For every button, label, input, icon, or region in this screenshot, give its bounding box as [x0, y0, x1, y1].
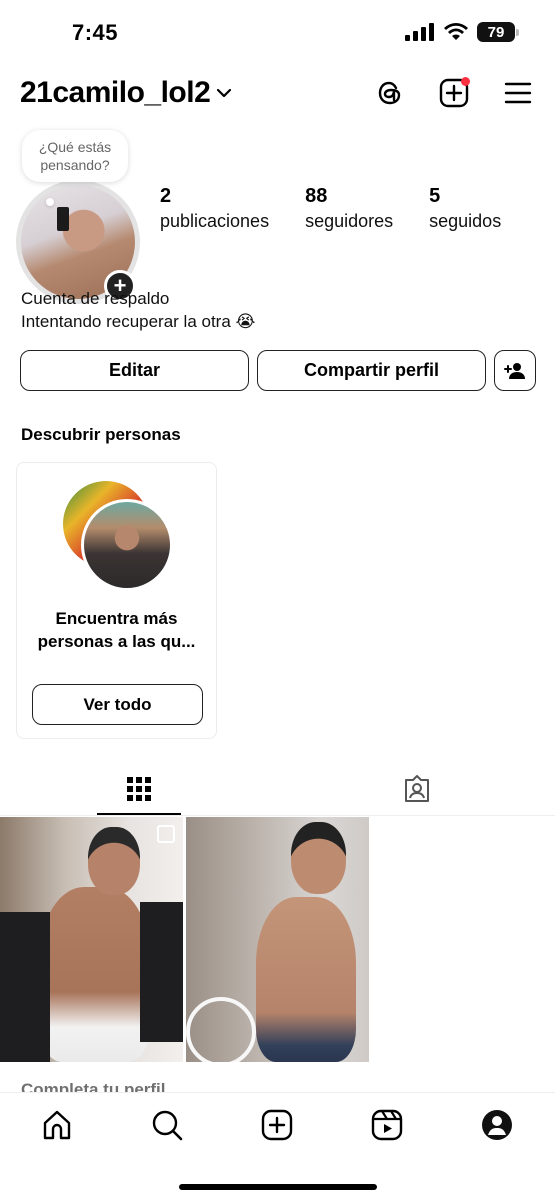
home-icon: [43, 1110, 71, 1140]
discover-people-button[interactable]: [494, 350, 536, 391]
profile-icon: [482, 1110, 512, 1140]
multiple-photos-icon: [157, 825, 175, 843]
wifi-icon: [444, 23, 468, 40]
profile-tabs: [0, 762, 555, 816]
tagged-icon: [404, 775, 429, 802]
tab-posts[interactable]: [0, 762, 277, 816]
post-1-figure: [40, 887, 150, 1062]
note-bubble-tail: [46, 198, 54, 206]
post-thumbnail-1[interactable]: [0, 817, 183, 1062]
stat-followers-value: 88: [305, 185, 328, 207]
profile-stats: 2 publicaciones 88 seguidores 5 seguidos: [160, 185, 537, 233]
account-switcher[interactable]: 21camilo_lol2: [20, 76, 232, 110]
stat-posts-value: 2: [160, 185, 172, 207]
menu-button[interactable]: [501, 76, 535, 110]
stat-posts[interactable]: 2 publicaciones: [160, 185, 269, 233]
nav-create[interactable]: [257, 1105, 297, 1145]
status-time: 7:45: [72, 20, 119, 45]
edit-profile-button[interactable]: Editar: [20, 350, 249, 391]
note-bubble[interactable]: ¿Qué estás pensando?: [22, 130, 128, 182]
tab-tagged[interactable]: [278, 762, 555, 816]
post-2-head: [291, 822, 346, 894]
battery-indicator: 79: [477, 22, 519, 42]
active-tab-indicator: [97, 813, 181, 815]
create-post-button[interactable]: [437, 76, 471, 110]
profile-avatar[interactable]: +: [16, 180, 140, 304]
nav-reels[interactable]: [367, 1105, 407, 1145]
post-1-jacket: [0, 912, 50, 1062]
reels-icon: [371, 1109, 403, 1141]
stat-followers-label: seguidores: [305, 211, 394, 231]
stat-followers[interactable]: 88 seguidores: [305, 185, 393, 233]
posts-grid: [0, 817, 555, 1062]
share-profile-button[interactable]: Compartir perfil: [257, 350, 486, 391]
avatar-phone-shape: [57, 207, 69, 231]
discover-card-text: Encuentra más personas a las qu...: [37, 609, 196, 651]
username: 21camilo_lol2: [20, 76, 211, 109]
chevron-down-icon: [217, 88, 232, 98]
stat-following-value: 5: [429, 185, 441, 207]
threads-button[interactable]: [373, 76, 407, 110]
profile-summary: + ¿Qué estás pensando? 2 publicaciones 8…: [0, 130, 555, 304]
post-1-head: [88, 827, 140, 895]
stat-posts-label: publicaciones: [160, 211, 270, 231]
discover-title: Descubrir personas: [21, 425, 181, 444]
search-icon: [152, 1110, 183, 1141]
add-person-icon: [504, 362, 525, 379]
notification-dot: [461, 77, 470, 86]
stat-following-label: seguidos: [429, 211, 502, 231]
threads-icon: [378, 81, 401, 105]
home-indicator: [179, 1184, 377, 1190]
bio: Cuenta de respaldo Intentando recuperar …: [21, 287, 255, 333]
menu-icon: [504, 82, 532, 104]
post-2-ring-light: [186, 997, 256, 1062]
post-2-figure: [256, 897, 356, 1062]
profile-actions: Editar Compartir perfil: [20, 350, 536, 391]
post-1-jacket-right: [140, 902, 183, 1042]
create-icon: [261, 1109, 293, 1141]
signal-icon: [405, 23, 434, 41]
stat-following[interactable]: 5 seguidos: [429, 185, 501, 233]
bio-line-1: Cuenta de respaldo: [21, 289, 170, 308]
nav-profile[interactable]: [477, 1105, 517, 1145]
grid-icon: [126, 777, 151, 801]
status-icons: 79: [405, 22, 519, 42]
nav-home[interactable]: [37, 1105, 77, 1145]
see-all-button[interactable]: Ver todo: [32, 684, 203, 725]
suggested-avatar-2: [81, 499, 173, 591]
nav-search[interactable]: [147, 1105, 187, 1145]
bio-line-2: Intentando recuperar la otra 😭: [21, 312, 256, 331]
profile-header: 21camilo_lol2: [0, 72, 555, 118]
discover-card[interactable]: Encuentra más personas a las qu... Ver t…: [16, 462, 217, 739]
post-thumbnail-2[interactable]: [186, 817, 369, 1062]
status-bar: 7:45 79: [0, 0, 555, 62]
